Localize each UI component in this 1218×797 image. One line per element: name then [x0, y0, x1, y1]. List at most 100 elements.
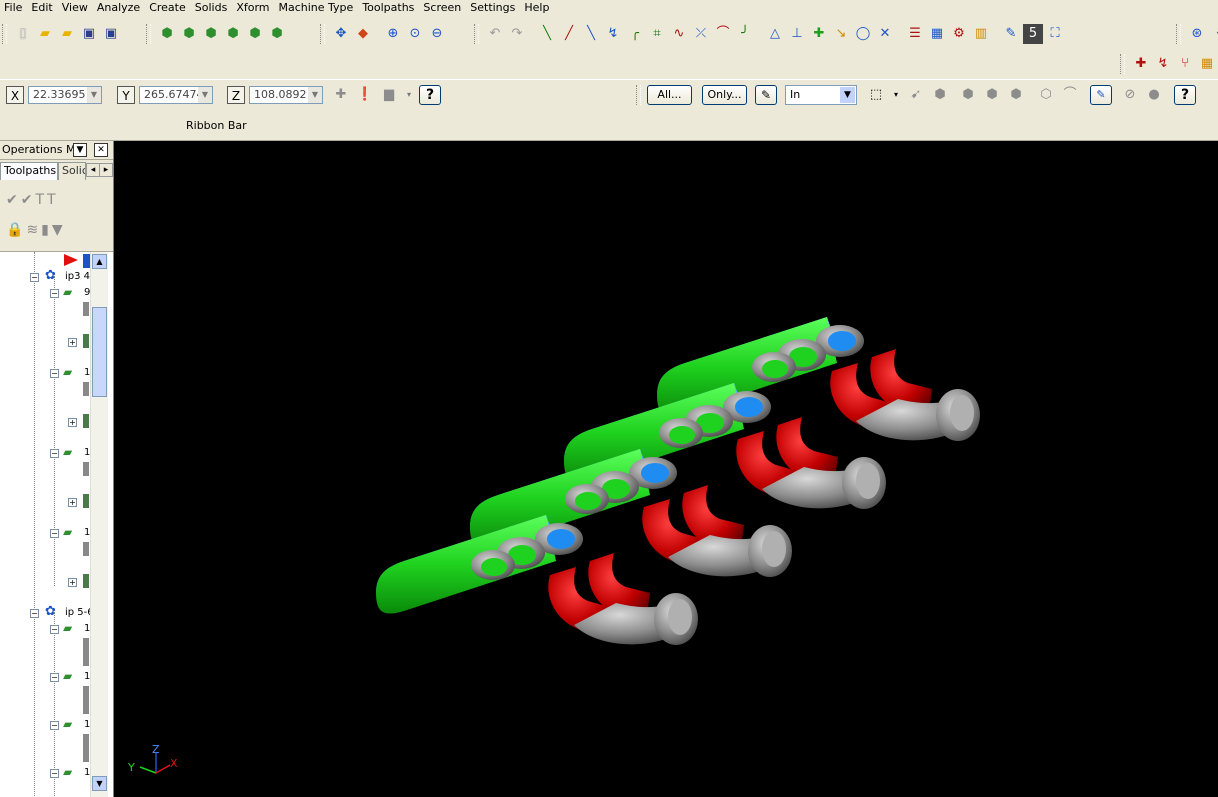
- close-icon[interactable]: ✕: [94, 143, 108, 157]
- parameters-icon[interactable]: [83, 382, 89, 396]
- triangle-analyze-icon[interactable]: △: [765, 24, 785, 44]
- menu-create[interactable]: Create: [145, 0, 191, 15]
- tree-expand-icon[interactable]: +: [68, 418, 77, 427]
- table-icon[interactable]: ▦: [927, 24, 947, 44]
- menu-file[interactable]: File: [0, 0, 27, 15]
- chamfer-icon[interactable]: ⌗: [647, 24, 667, 44]
- toolpath-table-icon[interactable]: ▦: [1197, 54, 1217, 74]
- regen-dirty-icon[interactable]: ↯: [1153, 54, 1173, 74]
- save-icon[interactable]: ▣: [79, 24, 99, 44]
- toolpath-select-icon[interactable]: ⑂: [1175, 54, 1195, 74]
- open-folder-icon[interactable]: ▰: [35, 24, 55, 44]
- menu-help[interactable]: Help: [520, 0, 554, 15]
- solid-body-icon[interactable]: ⬢: [1006, 85, 1026, 105]
- join-icon[interactable]: ╯: [735, 24, 755, 44]
- y-coord-input[interactable]: 265.67474 ▼: [139, 86, 213, 104]
- chevron-down-icon[interactable]: ▼: [87, 87, 101, 103]
- tree-collapse-icon[interactable]: −: [50, 289, 59, 298]
- xform-icon[interactable]: ✕: [875, 24, 895, 44]
- tree-group-label[interactable]: ip3 4: [65, 269, 90, 285]
- select-only-button[interactable]: Only...: [702, 85, 747, 105]
- pan-icon[interactable]: ✥: [331, 24, 351, 44]
- toolbar-grip[interactable]: [474, 24, 479, 44]
- menu-edit[interactable]: Edit: [27, 0, 57, 15]
- scroll-thumb[interactable]: [92, 307, 107, 397]
- toolbar-grip[interactable]: [1176, 24, 1181, 44]
- move-icon[interactable]: ↘: [831, 24, 851, 44]
- parameters-icon[interactable]: [83, 686, 89, 714]
- tree-collapse-icon[interactable]: −: [50, 369, 59, 378]
- pipe-elbow-pair[interactable]: [830, 349, 980, 441]
- redo-icon[interactable]: ↷: [507, 24, 527, 44]
- tree-collapse-icon[interactable]: −: [50, 529, 59, 538]
- chevron-down-icon[interactable]: ▾: [1209, 24, 1218, 44]
- select-all-button[interactable]: All...: [647, 85, 692, 105]
- parameters-icon[interactable]: [83, 542, 89, 556]
- add-point-icon[interactable]: ✚: [809, 24, 829, 44]
- chain-icon[interactable]: ⌒: [1060, 85, 1080, 105]
- chevron-down-icon[interactable]: ▼: [840, 87, 855, 103]
- menu-solids[interactable]: Solids: [191, 0, 233, 15]
- autocursor-settings-icon[interactable]: ▆: [379, 85, 399, 105]
- insert-arrow-icon[interactable]: [64, 254, 78, 266]
- menu-settings[interactable]: Settings: [466, 0, 520, 15]
- arc-icon[interactable]: ↯: [603, 24, 623, 44]
- pipe-elbow-pair[interactable]: [736, 417, 886, 509]
- cube-view-icon[interactable]: ⬢: [179, 24, 199, 44]
- dimension-icon[interactable]: ⊥: [787, 24, 807, 44]
- regen-icon[interactable]: ✚: [1131, 54, 1151, 74]
- fit-screen-icon[interactable]: ⛶: [1045, 24, 1065, 44]
- line-parallel-icon[interactable]: ╱: [559, 24, 579, 44]
- fit-icon[interactable]: ⊙: [405, 24, 425, 44]
- tree-collapse-icon[interactable]: −: [50, 449, 59, 458]
- select-dirty-ops-icon[interactable]: ✔: [21, 192, 33, 208]
- save-as-icon[interactable]: ▣: [101, 24, 121, 44]
- geometry-icon[interactable]: [83, 414, 89, 428]
- tree-collapse-icon[interactable]: −: [30, 609, 39, 618]
- selection-mode-icon[interactable]: ✎: [755, 85, 777, 105]
- parameters-icon[interactable]: [83, 462, 89, 476]
- break-icon[interactable]: ⌒: [713, 24, 733, 44]
- tree-collapse-icon[interactable]: −: [50, 769, 59, 778]
- toolbar-grip[interactable]: [2, 24, 7, 44]
- clear-select-icon[interactable]: ⊘: [1120, 85, 1140, 105]
- tree-collapse-icon[interactable]: −: [50, 673, 59, 682]
- menu-view[interactable]: View: [58, 0, 93, 15]
- tree-scrollbar[interactable]: ▲ ▼: [90, 252, 108, 797]
- solid-select-icon[interactable]: ⬢: [930, 85, 950, 105]
- toolbar-grip[interactable]: [146, 24, 151, 44]
- geometry-icon[interactable]: [83, 574, 89, 588]
- chevron-down-icon[interactable]: ▾: [886, 85, 906, 105]
- move-insert-down-icon[interactable]: ▼: [52, 222, 63, 238]
- toggle-post-icon[interactable]: T: [47, 192, 56, 208]
- geometry-icon[interactable]: [83, 334, 89, 348]
- selection-help-button[interactable]: ?: [1174, 85, 1196, 105]
- tree-collapse-icon[interactable]: −: [50, 721, 59, 730]
- chevron-down-icon[interactable]: ▼: [73, 143, 87, 157]
- tab-solids[interactable]: Solic: [58, 162, 86, 180]
- pipe-elbow-pair[interactable]: [642, 485, 792, 577]
- select-arrow-icon[interactable]: ➹: [906, 85, 926, 105]
- x-coord-label[interactable]: X: [6, 86, 24, 104]
- cube-view-icon[interactable]: ⬢: [267, 24, 287, 44]
- menu-xform[interactable]: Xform: [232, 0, 274, 15]
- toolbar-grip[interactable]: [320, 24, 325, 44]
- solid-face-icon[interactable]: ⬢: [958, 85, 978, 105]
- tab-scroll-left-icon[interactable]: ◂: [86, 163, 100, 177]
- tree-expand-icon[interactable]: +: [68, 338, 77, 347]
- chevron-down-icon[interactable]: ▾: [399, 85, 419, 105]
- verify-icon[interactable]: ⚙: [949, 24, 969, 44]
- spline-icon[interactable]: ∿: [669, 24, 689, 44]
- verify-select-icon[interactable]: ✎: [1090, 85, 1112, 105]
- undo-icon[interactable]: ↶: [485, 24, 505, 44]
- tree-expand-icon[interactable]: +: [68, 578, 77, 587]
- five-axis-icon[interactable]: 5: [1023, 24, 1043, 44]
- menu-screen[interactable]: Screen: [419, 0, 466, 15]
- select-all-ops-icon[interactable]: ✔: [6, 192, 18, 208]
- scroll-up-icon[interactable]: ▲: [92, 254, 107, 269]
- scroll-down-icon[interactable]: ▼: [92, 776, 107, 791]
- list-icon[interactable]: ☰: [905, 24, 925, 44]
- operations-tree[interactable]: − ✿ ip3 4 − ▰ 9 + − ▰ 1 + − ▰ 1 + − ▰ 1 …: [0, 251, 113, 797]
- cube-view-icon[interactable]: ⬢: [157, 24, 177, 44]
- tab-toolpaths[interactable]: Toolpaths: [0, 162, 58, 180]
